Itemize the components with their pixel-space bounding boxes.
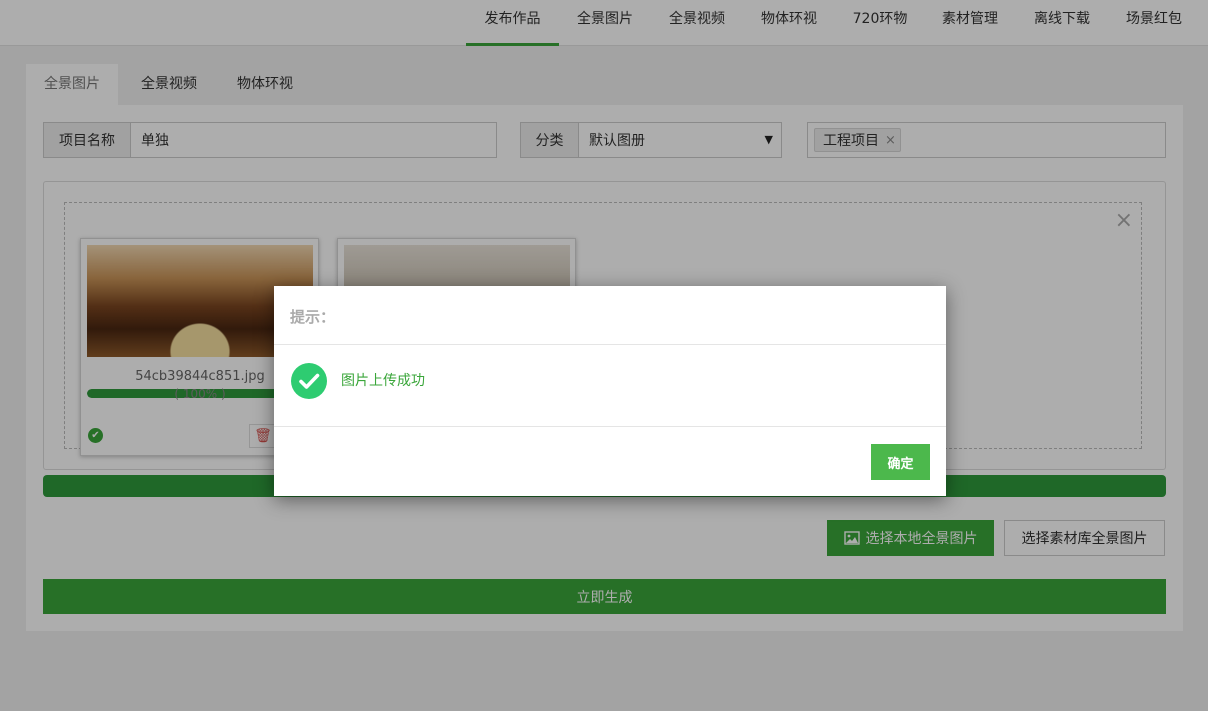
dialog-message: 图片上传成功 xyxy=(341,373,425,389)
check-circle-icon xyxy=(291,363,327,399)
dialog-body: 图片上传成功 xyxy=(274,345,946,427)
dialog-header: 提示： xyxy=(274,286,946,345)
confirm-button[interactable]: 确定 xyxy=(871,444,930,480)
alert-dialog: 提示： 图片上传成功 确定 xyxy=(274,286,946,496)
dialog-title: 提示： xyxy=(290,308,336,326)
